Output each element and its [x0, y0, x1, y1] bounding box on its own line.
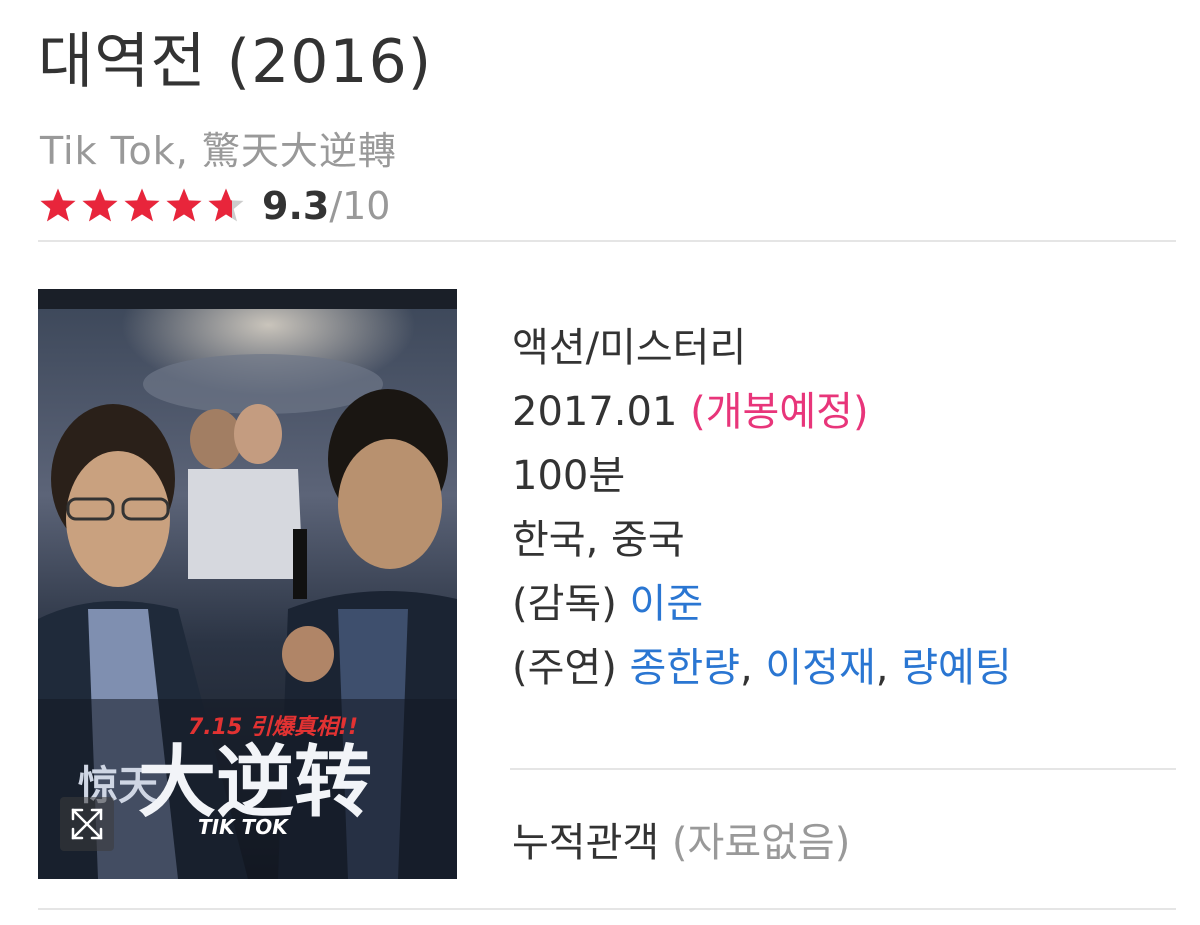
movie-details: 액션/미스터리 2017.01 (개봉예정) 100분 한국, 중국 (감독) …: [512, 316, 1012, 700]
cast-label: (주연): [512, 645, 617, 691]
director-label: (감독): [512, 581, 617, 627]
runtime: 100분: [512, 453, 626, 499]
cast-link-3[interactable]: 량예팅: [901, 645, 1011, 691]
rating-max: /10: [329, 184, 391, 228]
rating-score: 9.3: [262, 184, 330, 228]
expand-poster-button[interactable]: [60, 797, 114, 851]
movie-poster[interactable]: 7.15 引爆真相!! 惊天 大逆转 TIK TOK: [38, 289, 457, 879]
star-icon: [166, 188, 202, 222]
cast-separator: ,: [739, 645, 753, 691]
divider-middle: [510, 768, 1176, 770]
star-icon: [124, 188, 160, 222]
audience-row: 누적관객 (자료없음): [512, 810, 850, 868]
movie-title: 대역전 (2016): [38, 27, 433, 97]
star-rating: [38, 186, 248, 226]
release-date: 2017.01: [512, 389, 678, 435]
cast-row: (주연) 종한량, 이정재, 량예팅: [512, 636, 1012, 700]
star-icon: [40, 188, 76, 222]
genre: 액션/미스터리: [512, 325, 747, 371]
release-status: (개봉예정): [690, 389, 869, 435]
director-row: (감독) 이준: [512, 572, 1012, 636]
star-icon: [82, 188, 118, 222]
divider-bottom: [38, 908, 1176, 910]
cast-link-1[interactable]: 종한량: [630, 645, 740, 691]
star-icon: [208, 188, 244, 222]
director-link[interactable]: 이준: [630, 581, 704, 627]
poster-english-title: TIK TOK: [198, 815, 289, 839]
audience-label: 누적관객: [512, 820, 660, 866]
country: 한국, 중국: [512, 517, 685, 563]
divider-top: [38, 240, 1176, 242]
release-row: 2017.01 (개봉예정): [512, 380, 1012, 444]
expand-arrows-icon: [71, 808, 103, 840]
audience-value: (자료없음): [671, 820, 851, 866]
poster-artwork: 7.15 引爆真相!! 惊天 大逆转 TIK TOK: [38, 289, 457, 879]
alternate-titles: Tik Tok, 驚天大逆轉: [40, 129, 397, 173]
cast-separator: ,: [875, 645, 889, 691]
rating-row: 9.3 /10: [38, 178, 390, 234]
cast-link-2[interactable]: 이정재: [765, 645, 875, 691]
poster-tagline: 7.15 引爆真相!!: [188, 715, 358, 740]
